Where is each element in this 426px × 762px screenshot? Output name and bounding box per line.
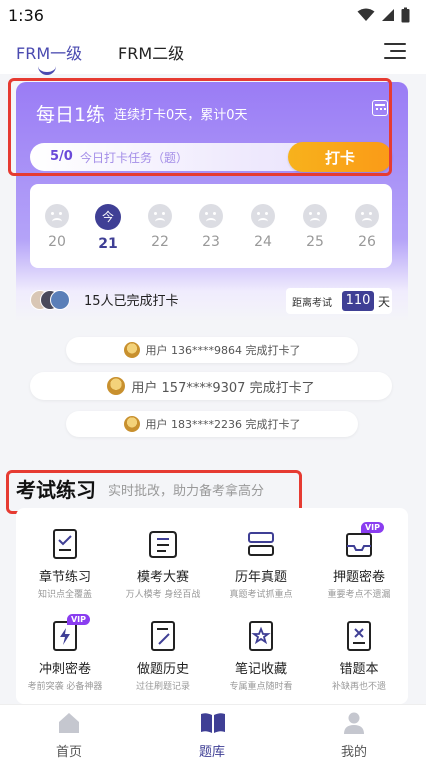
grid-item-label: 历年真题 [234, 570, 287, 585]
sad-face-icon [355, 204, 379, 228]
grid-item-predicted-papers[interactable]: VIP 押题密卷 重要考点不遗漏 [310, 522, 408, 600]
nav-label: 我的 [340, 745, 367, 760]
star-doc-icon [246, 620, 276, 652]
grid-item-notes-favorites[interactable]: 笔记收藏 专属重点随时看 [212, 620, 310, 692]
feed-text: 用户 183****2236 完成打卡了 [145, 418, 301, 431]
avatar-stack [30, 290, 76, 310]
book-icon [200, 711, 225, 735]
day-number: 22 [151, 234, 169, 250]
sad-face-icon [251, 204, 275, 228]
books-icon [246, 528, 276, 560]
sad-face-icon [148, 204, 172, 228]
day-number: 21 [98, 236, 118, 252]
lightning-doc-icon: VIP [50, 614, 90, 652]
day-item[interactable]: 25 [302, 204, 328, 250]
day-item[interactable]: 24 [250, 204, 276, 250]
grid-item-label: 章节练习 [38, 570, 91, 585]
day-number: 20 [48, 234, 66, 250]
grid-item-sub: 万人模考 身经百战 [125, 590, 201, 600]
feed-item: 用户 183****2236 完成打卡了 [66, 411, 358, 437]
feed-item: 用户 136****9864 完成打卡了 [66, 337, 358, 363]
today-badge: 今 [95, 204, 121, 230]
status-bar: 1:36 [0, 0, 426, 30]
menu-icon[interactable] [384, 42, 406, 60]
day-number: 24 [254, 234, 272, 250]
edit-doc-icon [148, 620, 178, 652]
inbox-icon: VIP [344, 522, 384, 560]
tab-frm-level-1[interactable]: FRM一级 [16, 40, 82, 64]
grid-item-sub: 过往刷题记录 [135, 682, 190, 692]
day-item[interactable]: 23 [198, 204, 224, 250]
day-item[interactable]: 26 [354, 204, 380, 250]
feed-text: 用户 157****9307 完成打卡了 [131, 380, 315, 396]
user-icon [342, 711, 366, 735]
grid-item-sub: 考前突袭 必备神器 [27, 682, 103, 692]
grid-item-label: 押题密卷 [332, 570, 385, 585]
home-icon [57, 711, 81, 735]
nav-label: 题库 [198, 745, 225, 760]
nav-label: 首页 [55, 745, 82, 760]
feed-item: 用户 157****9307 完成打卡了 [30, 372, 392, 400]
day-number: 25 [306, 234, 324, 250]
wrong-doc-icon [344, 620, 374, 652]
feed-text: 用户 136****9864 完成打卡了 [145, 344, 301, 357]
avatar [107, 377, 126, 395]
status-icons [357, 7, 410, 23]
tab-frm-level-2[interactable]: FRM二级 [118, 40, 184, 64]
day-item[interactable]: 22 [147, 204, 173, 250]
signal-icon [382, 9, 394, 21]
exam-countdown-label: 距离考试 [292, 298, 332, 309]
grid-item-past-exams[interactable]: 历年真题 真题考试抓重点 [212, 528, 310, 600]
vip-badge: VIP [66, 614, 90, 625]
practice-grid: 章节练习 知识点全覆盖 模考大赛 万人模考 身经百战 历年真题 真题考试抓重点 … [16, 508, 408, 704]
nav-item-home[interactable]: 首页 [29, 711, 109, 760]
day-number: 26 [358, 234, 376, 250]
sad-face-icon [303, 204, 327, 228]
exam-countdown-unit: 天 [378, 295, 391, 309]
sad-face-icon [199, 204, 223, 228]
grid-item-label: 做题历史 [136, 662, 189, 677]
sad-face-icon [45, 204, 69, 228]
grid-item-mock-contest[interactable]: 模考大赛 万人模考 身经百战 [114, 528, 212, 600]
scroll-icon [148, 528, 178, 560]
status-time: 1:36 [8, 6, 44, 25]
grid-item-label: 冲刺密卷 [38, 662, 91, 677]
day-item[interactable]: 20 [44, 204, 70, 250]
bottom-nav: 首页 题库 我的 [0, 704, 426, 762]
annotation-highlight-checkin [8, 78, 392, 176]
week-days-panel: 20 今 21 22 23 24 25 26 [30, 184, 392, 268]
grid-item-label: 笔记收藏 [234, 662, 287, 677]
vip-badge: VIP [360, 522, 384, 533]
grid-item-label: 错题本 [339, 662, 379, 677]
grid-item-sub: 真题考试抓重点 [229, 590, 293, 600]
exam-countdown: 距离考试 110 天 [286, 288, 392, 314]
grid-item-sprint-papers[interactable]: VIP 冲刺密卷 考前突袭 必备神器 [16, 614, 114, 692]
grid-item-sub: 专属重点随时看 [229, 682, 293, 692]
day-number: 23 [202, 234, 220, 250]
day-item-today[interactable]: 今 21 [95, 204, 121, 252]
nav-item-profile[interactable]: 我的 [314, 711, 394, 760]
document-check-icon [50, 528, 80, 560]
grid-item-wrong-answers[interactable]: 错题本 补缺再也不遗 [310, 620, 408, 692]
grid-item-sub: 补缺再也不遗 [331, 682, 386, 692]
grid-item-chapter-practice[interactable]: 章节练习 知识点全覆盖 [16, 528, 114, 600]
grid-item-sub: 重要考点不遗漏 [327, 590, 391, 600]
top-header: FRM一级 FRM二级 [0, 30, 426, 74]
completed-count-text: 15人已完成打卡 [84, 294, 179, 309]
avatar [50, 290, 70, 310]
grid-item-practice-history[interactable]: 做题历史 过往刷题记录 [114, 620, 212, 692]
wifi-icon [357, 8, 375, 21]
grid-item-label: 模考大赛 [136, 570, 189, 585]
exam-countdown-days: 110 [342, 291, 374, 311]
avatar [123, 416, 140, 432]
battery-icon [401, 7, 410, 23]
nav-item-question-bank[interactable]: 题库 [172, 711, 252, 760]
avatar [123, 342, 140, 358]
grid-item-sub: 知识点全覆盖 [37, 590, 92, 600]
